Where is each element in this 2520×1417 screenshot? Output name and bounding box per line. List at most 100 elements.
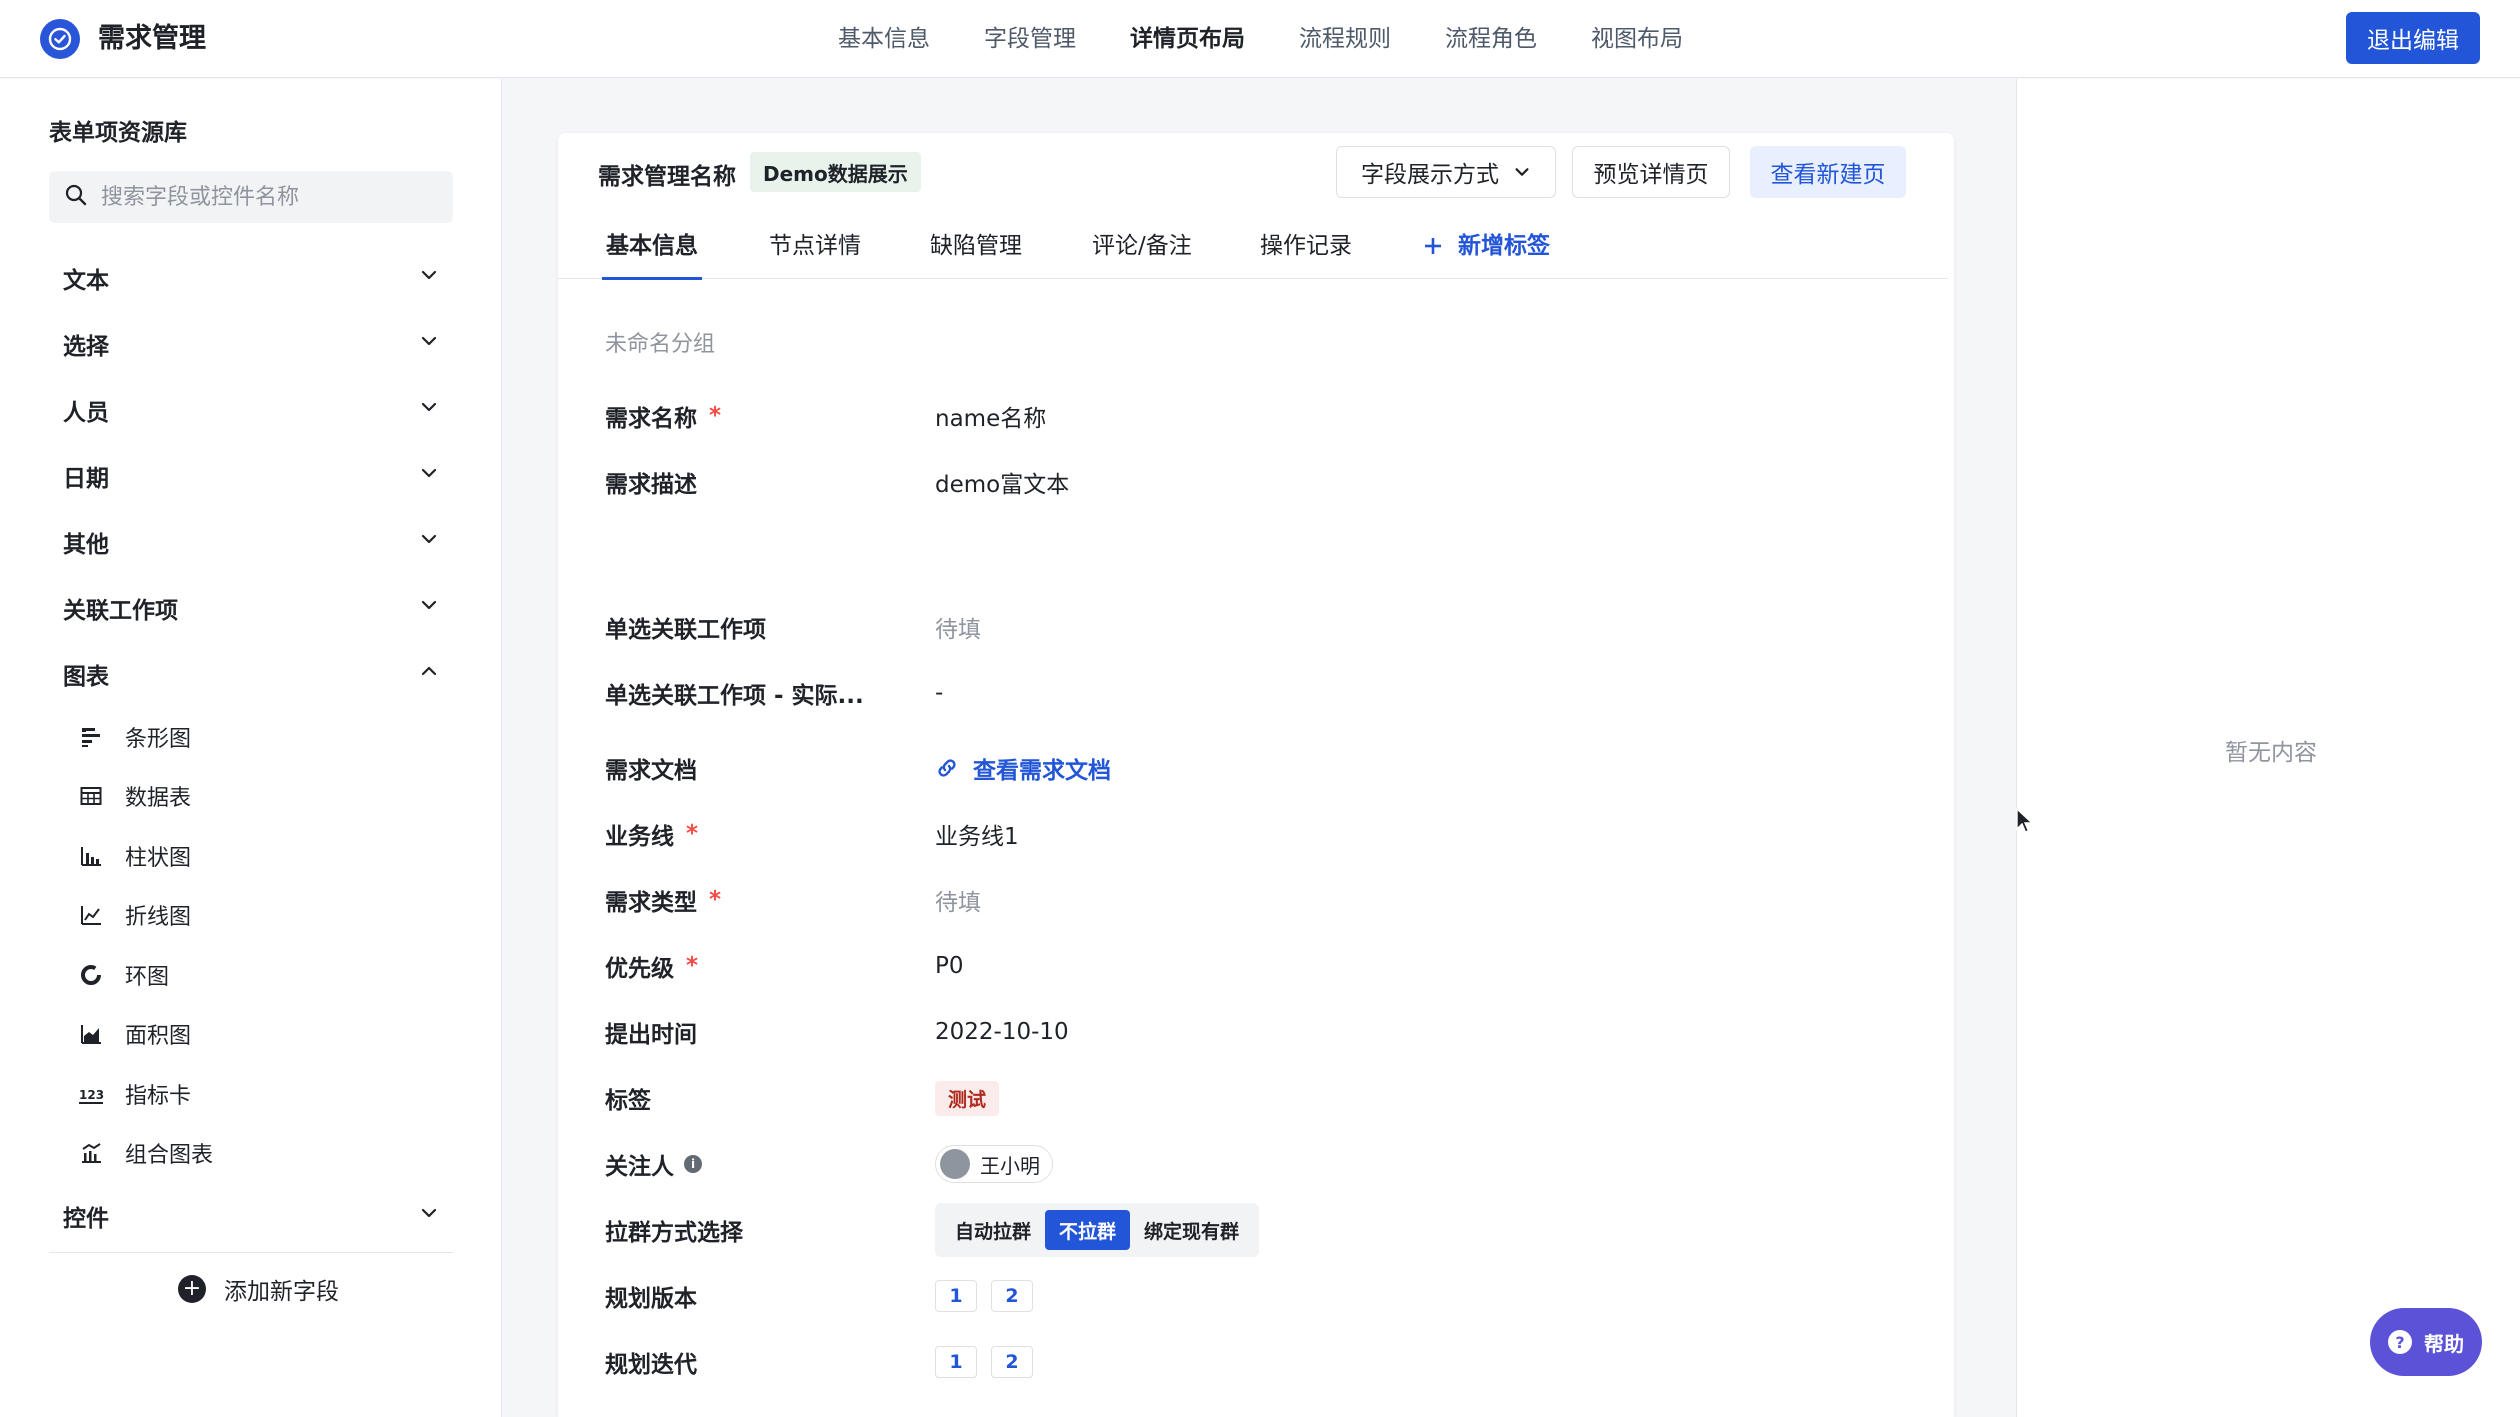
group-mode-segmented: 自动拉群 不拉群 绑定现有群 [935,1203,1260,1257]
mouse-cursor-icon [2016,807,2034,838]
field-row-tag[interactable]: 标签 测试 [605,1078,1905,1118]
category-related[interactable]: 关联工作项 [49,575,453,641]
category-text[interactable]: 文本 [49,245,453,311]
field-row-name[interactable]: 需求名称 * name名称 [605,396,1905,436]
field-row-plan-iteration[interactable]: 规划迭代 1 2 [605,1342,1905,1382]
chart-item-column[interactable]: 柱状图 [49,826,453,886]
category-select[interactable]: 选择 [49,311,453,377]
field-row-submit-time[interactable]: 提出时间 2022-10-10 [605,1012,1905,1052]
field-row-single-related[interactable]: 单选关联工作项 待填 [605,607,1905,647]
group-mode-none[interactable]: 不拉群 [1045,1210,1131,1250]
nav-view-layout[interactable]: 视图布局 [1591,0,1683,78]
field-row-document[interactable]: 需求文档 查看需求文档 [605,748,1905,788]
avatar [940,1149,970,1179]
category-label: 关联工作项 [63,598,178,624]
chart-item-combo[interactable]: 组合图表 [49,1124,453,1184]
category-other[interactable]: 其他 [49,509,453,575]
required-mark: * [686,821,699,847]
column-chart-icon [77,842,105,870]
chart-item-donut[interactable]: 环图 [49,945,453,1005]
chevron-down-icon [419,265,439,291]
tab-defect-management[interactable]: 缺陷管理 [930,213,1022,279]
search-box[interactable] [49,171,453,223]
search-input[interactable] [101,184,441,210]
tab-operation-log[interactable]: 操作记录 [1260,213,1352,279]
version-chip[interactable]: 1 [935,1280,977,1312]
nav-basic-info[interactable]: 基本信息 [838,0,930,78]
field-row-follower[interactable]: 关注人 i 王小明 [605,1144,1905,1184]
metric-card-icon: 123 [77,1080,105,1108]
dropdown-label: 字段展示方式 [1361,162,1499,188]
add-tab-button[interactable]: 新增标签 [1422,213,1550,279]
help-button[interactable]: ? 帮助 [2370,1308,2482,1376]
info-icon: i [684,1155,702,1173]
chevron-down-icon [419,397,439,423]
chart-item-label: 组合图表 [125,1143,214,1169]
preview-detail-button[interactable]: 预览详情页 [1572,146,1730,198]
category-chart[interactable]: 图表 [49,641,453,707]
chevron-down-icon [419,1203,439,1229]
category-label: 控件 [63,1206,109,1232]
add-field-button[interactable]: + 添加新字段 [178,1269,339,1309]
demo-badge: Demo数据展示 [750,152,921,192]
iteration-chip[interactable]: 2 [991,1346,1033,1378]
app-title: 需求管理 [98,23,206,54]
card-title: 需求管理名称 [598,164,736,190]
field-label: 提出时间 [605,1022,697,1048]
chart-item-data-table[interactable]: 数据表 [49,767,453,827]
tab-comments[interactable]: 评论/备注 [1092,213,1192,279]
field-display-mode-dropdown[interactable]: 字段展示方式 [1336,146,1556,198]
group-mode-auto[interactable]: 自动拉群 [941,1210,1045,1250]
nav-detail-layout[interactable]: 详情页布局 [1130,0,1245,78]
field-label: 标签 [605,1088,651,1114]
field-label: 需求类型 [605,890,697,916]
person-chip[interactable]: 王小明 [935,1145,1053,1183]
category-control[interactable]: 控件 [49,1183,453,1249]
detail-tabs: 基本信息 节点详情 缺陷管理 评论/备注 操作记录 新增标签 [558,213,1948,280]
category-label: 选择 [63,334,109,360]
view-new-page-button[interactable]: 查看新建页 [1750,146,1906,198]
category-label: 其他 [63,532,109,558]
chart-item-area[interactable]: 面积图 [49,1005,453,1065]
category-list: 文本 选择 人员 日期 其他 关联工作项 图表 条形图 数据表 柱状图 折线图 … [49,245,453,1249]
tab-basic-info[interactable]: 基本信息 [602,213,702,280]
field-value: - [935,680,944,706]
link-label: 查看需求文档 [973,758,1111,784]
add-circle-icon: + [178,1275,206,1303]
nav-flow-roles[interactable]: 流程角色 [1445,0,1537,78]
field-row-type[interactable]: 需求类型 * 待填 [605,880,1905,920]
version-chip[interactable]: 2 [991,1280,1033,1312]
line-chart-icon [77,901,105,929]
nav-flow-rules[interactable]: 流程规则 [1299,0,1391,78]
top-nav: 基本信息 字段管理 详情页布局 流程规则 流程角色 视图布局 [838,0,1737,78]
category-person[interactable]: 人员 [49,377,453,443]
field-row-group-mode[interactable]: 拉群方式选择 自动拉群 不拉群 绑定现有群 [605,1203,1905,1257]
plus-icon [1422,235,1444,257]
field-row-business-line[interactable]: 业务线 * 业务线1 [605,814,1905,854]
field-value: 业务线1 [935,824,1019,850]
document-link[interactable]: 查看需求文档 [935,751,1111,785]
field-label: 规划迭代 [605,1352,697,1378]
chevron-up-icon [419,661,439,687]
group-mode-bind-existing[interactable]: 绑定现有群 [1130,1210,1253,1250]
chart-item-metric-card[interactable]: 123 指标卡 [49,1064,453,1124]
chart-item-line[interactable]: 折线图 [49,886,453,946]
add-field-label: 添加新字段 [224,1279,339,1305]
field-row-description[interactable]: 需求描述 demo富文本 [605,462,1905,502]
category-label: 图表 [63,664,109,690]
iteration-chip[interactable]: 1 [935,1346,977,1378]
tab-node-detail[interactable]: 节点详情 [769,213,861,279]
app-logo-icon [40,19,80,59]
exit-edit-button[interactable]: 退出编辑 [2346,12,2480,64]
category-label: 日期 [63,466,109,492]
chart-item-bar-horizontal[interactable]: 条形图 [49,707,453,767]
category-date[interactable]: 日期 [49,443,453,509]
field-row-single-related-actual[interactable]: 单选关联工作项 - 实际... - [605,673,1905,713]
category-label: 文本 [63,268,109,294]
donut-chart-icon [77,961,105,989]
nav-field-management[interactable]: 字段管理 [984,0,1076,78]
required-mark: * [709,403,722,429]
field-row-priority[interactable]: 优先级 * P0 [605,946,1905,986]
group-title: 未命名分组 [605,332,716,357]
field-row-plan-version[interactable]: 规划版本 1 2 [605,1276,1905,1316]
